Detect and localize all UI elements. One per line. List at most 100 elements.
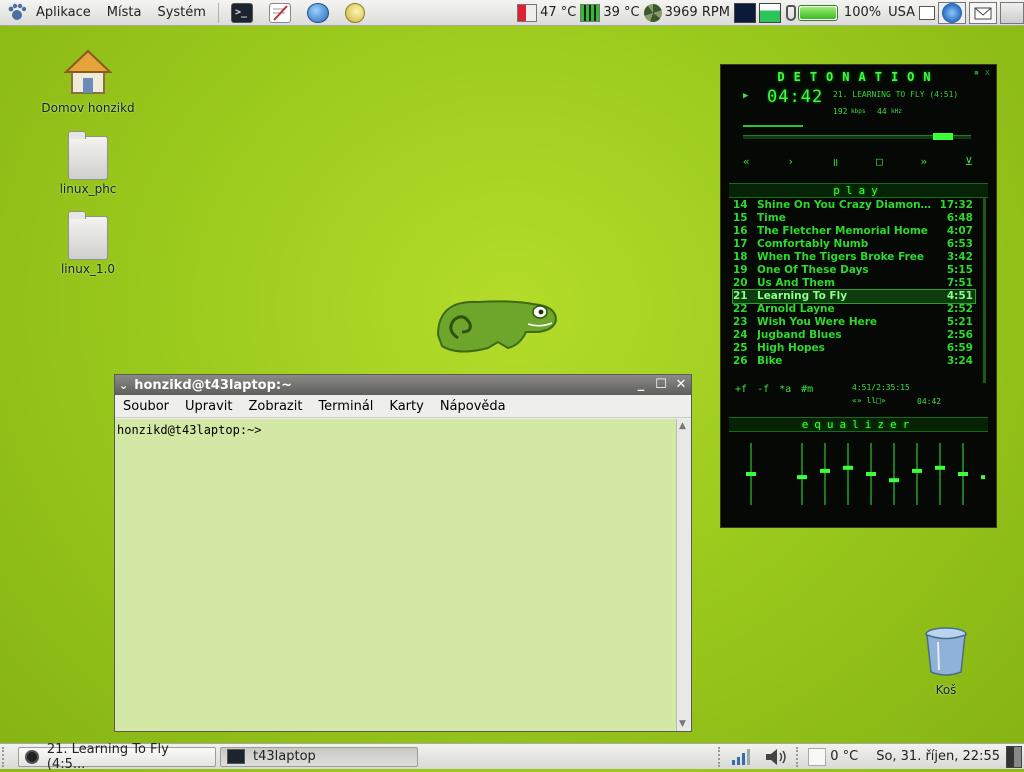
menu-file[interactable]: Soubor bbox=[115, 399, 177, 414]
add-file-button[interactable]: +f bbox=[735, 384, 747, 395]
track-duration: 6:53 bbox=[946, 238, 973, 250]
terminal-title: honzikd@t43laptop:~ bbox=[134, 377, 293, 393]
previous-button[interactable]: « bbox=[743, 155, 750, 170]
browser-icon[interactable] bbox=[306, 2, 329, 23]
playlist-scrollbar[interactable] bbox=[983, 197, 986, 383]
eject-button[interactable]: ⊻ bbox=[965, 155, 973, 170]
eq-band-slider[interactable] bbox=[912, 468, 922, 473]
terminal-icon[interactable]: >_ bbox=[230, 2, 253, 23]
eq-band-slider[interactable] bbox=[746, 472, 756, 476]
eq-band-slider[interactable] bbox=[981, 475, 985, 480]
workspace-switcher[interactable] bbox=[1006, 745, 1022, 768]
playlist-row[interactable]: 23 Wish You Were Here 5:21 bbox=[733, 316, 975, 329]
desktop-icon-trash[interactable]: Koš bbox=[891, 626, 1001, 697]
playlist-row[interactable]: 24 Jugband Blues 2:56 bbox=[733, 329, 975, 342]
network-signal-icon[interactable] bbox=[730, 748, 752, 766]
terminal-titlebar[interactable]: ⌄ honzikd@t43laptop:~ _ ☐ ✕ bbox=[115, 375, 691, 395]
battery-fill bbox=[799, 6, 836, 19]
desktop-icon-linux-phc[interactable]: linux_phc bbox=[33, 131, 143, 196]
playlist-small-time: 04:42 bbox=[917, 397, 942, 406]
show-desktop-icon[interactable] bbox=[1000, 1, 1024, 24]
eq-band-slider[interactable] bbox=[843, 465, 853, 470]
playlist-row[interactable]: 16 The Fletcher Memorial Home 4:07 bbox=[733, 225, 975, 238]
playlist-row[interactable]: 22 Arnold Layne 2:52 bbox=[733, 303, 975, 316]
browser-tray-icon[interactable] bbox=[938, 1, 966, 24]
close-icon[interactable]: ✕ bbox=[673, 377, 689, 393]
window-menu-icon[interactable]: ⌄ bbox=[119, 379, 128, 392]
eq-band-slider[interactable] bbox=[797, 475, 807, 480]
eq-band-slider[interactable] bbox=[935, 465, 945, 470]
battery-icon[interactable] bbox=[797, 4, 838, 21]
play-button[interactable]: › bbox=[787, 155, 794, 170]
taskbar-item-label: t43laptop bbox=[253, 749, 316, 764]
seek-thumb[interactable] bbox=[933, 133, 953, 140]
player-skin-title: DETONATION bbox=[777, 70, 940, 84]
eq-band-slider[interactable] bbox=[820, 468, 830, 473]
track-number: 20 bbox=[733, 277, 748, 289]
menu-view[interactable]: Zobrazit bbox=[240, 399, 310, 414]
screensaver-icon[interactable] bbox=[344, 2, 365, 23]
menu-edit[interactable]: Upravit bbox=[177, 399, 240, 414]
playlist-mini-controls[interactable]: «» ll□» bbox=[852, 396, 886, 405]
menu-help[interactable]: Nápověda bbox=[432, 399, 514, 414]
eq-band-slider[interactable] bbox=[958, 472, 968, 476]
playlist-row[interactable]: 17 Comfortably Numb 6:53 bbox=[733, 238, 975, 251]
track-title: Comfortably Numb bbox=[757, 238, 869, 250]
cpu-graph-icon[interactable] bbox=[733, 2, 756, 23]
misc-button[interactable]: #m bbox=[801, 384, 813, 395]
desktop-icon-linux-1-0[interactable]: linux_1.0 bbox=[33, 211, 143, 276]
playlist-row[interactable]: 18 When The Tigers Broke Free 3:42 bbox=[733, 251, 975, 264]
gnome-foot-icon[interactable] bbox=[6, 3, 28, 23]
scroll-up-icon[interactable]: ▲ bbox=[679, 421, 686, 431]
track-duration: 5:21 bbox=[946, 316, 973, 328]
remove-file-button[interactable]: -f bbox=[757, 384, 769, 395]
mail-icon[interactable] bbox=[969, 1, 997, 24]
volume-icon[interactable] bbox=[764, 748, 788, 766]
menu-system[interactable]: Systém bbox=[149, 0, 213, 25]
playlist-row[interactable]: 26 Bike 3:24 bbox=[733, 355, 975, 368]
taskbar-item-terminal[interactable]: t43laptop bbox=[220, 746, 418, 767]
next-button[interactable]: » bbox=[921, 155, 928, 170]
menu-tabs[interactable]: Karty bbox=[381, 399, 431, 414]
eq-band-slider[interactable] bbox=[889, 478, 899, 483]
desktop-icon-home[interactable]: Domov honzikd bbox=[33, 48, 143, 115]
menu-applications[interactable]: Aplikace bbox=[28, 0, 99, 25]
show-desktop-button[interactable] bbox=[2, 746, 14, 767]
taskbar-item-player[interactable]: 21. Learning To Fly (4:5... bbox=[18, 742, 216, 772]
folder-icon bbox=[68, 211, 108, 260]
keyboard-layout[interactable]: USA bbox=[888, 5, 915, 20]
clock[interactable]: So, 31. říjen, 22:55 bbox=[876, 749, 1000, 764]
menu-terminal[interactable]: Terminál bbox=[310, 399, 381, 414]
player-close-icon[interactable]: ▪ x bbox=[974, 68, 990, 78]
track-title: Time bbox=[757, 212, 786, 224]
text-editor-icon[interactable] bbox=[268, 2, 291, 23]
weather-temperature[interactable]: 0 °C bbox=[830, 749, 858, 764]
pause-button[interactable]: ॥ bbox=[832, 155, 839, 170]
scroll-down-icon[interactable]: ▼ bbox=[679, 719, 686, 729]
player-visualizer bbox=[743, 115, 803, 127]
playlist-row[interactable]: 21 Learning To Fly 4:51 bbox=[732, 289, 976, 304]
playlist-row[interactable]: 15 Time 6:48 bbox=[733, 212, 975, 225]
memory-graph-icon[interactable] bbox=[758, 2, 781, 23]
track-title: Wish You Were Here bbox=[757, 316, 878, 328]
power-plug-icon[interactable] bbox=[785, 4, 796, 21]
equalizer[interactable] bbox=[733, 435, 985, 515]
terminal-scrollbar[interactable]: ▲ ▼ bbox=[676, 419, 691, 731]
player-time[interactable]: 04:42 bbox=[767, 87, 823, 107]
maximize-icon[interactable]: ☐ bbox=[653, 377, 669, 393]
window-list-icon[interactable] bbox=[919, 5, 935, 20]
stop-button[interactable]: □ bbox=[876, 155, 883, 170]
player-seek-bar[interactable] bbox=[743, 133, 971, 140]
terminal-output[interactable]: honzikd@t43laptop:~> bbox=[115, 419, 677, 731]
playlist-row[interactable]: 25 High Hopes 6:59 bbox=[733, 342, 975, 355]
weather-icon[interactable] bbox=[808, 747, 827, 766]
desktop-icon-label: Domov honzikd bbox=[41, 101, 135, 115]
menu-places[interactable]: Místa bbox=[99, 0, 150, 25]
minimize-icon[interactable]: _ bbox=[633, 377, 649, 393]
playlist-row[interactable]: 14 Shine On You Crazy Diamond ... 17:32 bbox=[733, 199, 975, 212]
battery-percent: 100% bbox=[843, 5, 882, 20]
eq-band-slider[interactable] bbox=[866, 472, 876, 476]
playlist-row[interactable]: 20 Us And Them 7:51 bbox=[733, 277, 975, 290]
select-all-button[interactable]: *a bbox=[779, 384, 791, 395]
playlist-row[interactable]: 19 One Of These Days 5:15 bbox=[733, 264, 975, 277]
